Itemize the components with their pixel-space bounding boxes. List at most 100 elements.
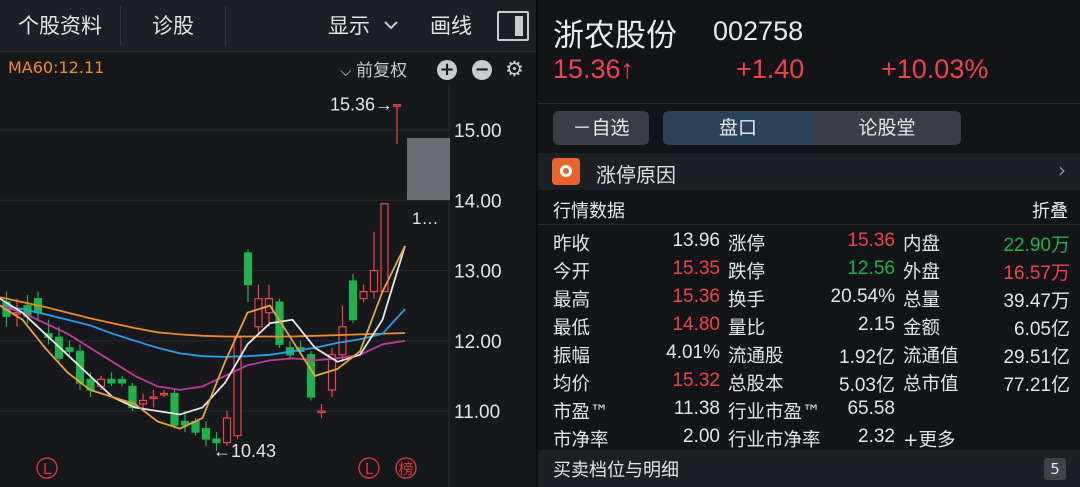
candle-body bbox=[159, 392, 169, 396]
quote-value: 77.21亿 bbox=[1003, 375, 1070, 396]
reason-icon bbox=[552, 158, 580, 185]
quote-value: 29.51亿 bbox=[1003, 347, 1070, 368]
toolbar-divider bbox=[225, 6, 226, 46]
panel-toggle-icon[interactable] bbox=[497, 11, 529, 41]
candle-body bbox=[222, 417, 232, 444]
quote-value: 15.32 bbox=[672, 370, 720, 391]
chevron-down-icon: ⌵ bbox=[340, 62, 357, 80]
adjust-label: 前复权 bbox=[356, 61, 408, 81]
candle-body bbox=[201, 427, 211, 440]
high-price-label: 15.36→ bbox=[330, 95, 393, 115]
tab-diagnosis[interactable]: 诊股 bbox=[121, 0, 225, 52]
quote-label: 换手 bbox=[728, 290, 766, 311]
price-change-percent: +10.03% bbox=[881, 54, 989, 84]
header-divider bbox=[538, 103, 1080, 104]
quote-value: 2.15 bbox=[858, 314, 895, 335]
chevron-right-icon: › bbox=[1058, 158, 1066, 182]
candle-body bbox=[117, 378, 127, 384]
svg-text:L: L bbox=[365, 460, 374, 478]
y-tick-label: 13.00 bbox=[454, 262, 502, 283]
quote-label: 流通股 bbox=[728, 346, 784, 367]
gear-icon[interactable]: ⚙ bbox=[505, 57, 524, 81]
ranking-marker[interactable]: 榜 bbox=[395, 457, 417, 479]
tab-stock-profile[interactable]: 个股资料 bbox=[0, 0, 120, 52]
indicator-bar: MA60:12.11 ⌵ 前复权 + − ⚙ bbox=[0, 52, 536, 85]
quote-label: 市净率 bbox=[553, 430, 609, 451]
tooltip-partial-label: 1… bbox=[412, 209, 438, 228]
low-price-label: ←10.43 bbox=[213, 441, 276, 461]
quote-value: 12.56 bbox=[847, 258, 895, 279]
y-tick-label: 12.00 bbox=[454, 332, 502, 353]
event-marker[interactable]: L bbox=[36, 457, 58, 479]
quote-label: 内盘 bbox=[903, 234, 941, 255]
quote-value: 39.47万 bbox=[1003, 291, 1070, 312]
quote-label: 昨收 bbox=[553, 234, 591, 255]
plus-icon[interactable]: + bbox=[437, 60, 457, 80]
minus-icon[interactable]: − bbox=[472, 60, 492, 80]
candle-body bbox=[65, 347, 74, 352]
more-button[interactable]: +更多 bbox=[903, 426, 956, 452]
quote-value: 15.36 bbox=[847, 230, 895, 251]
last-price: 15.36↑ bbox=[553, 54, 635, 84]
price-adjust-dropdown[interactable]: ⌵ 前复权 bbox=[340, 56, 407, 81]
quote-label: 量比 bbox=[728, 318, 766, 339]
quote-label: 市盈™ bbox=[553, 402, 609, 423]
y-tick-label: 14.00 bbox=[454, 191, 502, 212]
draw-line-button[interactable]: 画线 bbox=[420, 0, 482, 52]
limit-up-reason-row[interactable]: 涨停原因 › bbox=[538, 153, 1080, 190]
quote-value: 4.01% bbox=[666, 342, 720, 363]
tab-order-book[interactable]: 盘口 bbox=[663, 111, 813, 145]
quote-label: 行业市净率 bbox=[728, 430, 821, 451]
quote-label: 总市值 bbox=[903, 374, 959, 395]
quote-value: 11.38 bbox=[673, 398, 720, 419]
order-book-title: 买卖档位与明细 bbox=[553, 460, 679, 481]
quote-label: 总股本 bbox=[728, 374, 784, 395]
stock-code: 002758 bbox=[713, 16, 804, 46]
y-tick-label: 11.00 bbox=[454, 402, 500, 423]
candle-body bbox=[243, 252, 253, 286]
candle-body bbox=[338, 326, 347, 356]
candlestick-chart[interactable]: 15.00 14.00 13.00 12.00 11.00 1… 15.36→ ←10.43 L… bbox=[0, 85, 536, 487]
candle-body bbox=[348, 280, 358, 321]
order-book-row[interactable]: 买卖档位与明细 5 bbox=[538, 450, 1080, 487]
candle-body bbox=[380, 203, 389, 293]
candle-body bbox=[233, 336, 242, 437]
candle-body bbox=[359, 290, 368, 300]
chevron-down-icon[interactable] bbox=[384, 18, 398, 32]
quote-label: 均价 bbox=[553, 374, 591, 395]
quote-label: 最低 bbox=[553, 318, 591, 339]
quote-label: 外盘 bbox=[903, 262, 941, 283]
quote-value: 65.58 bbox=[847, 398, 895, 419]
candle-body bbox=[392, 104, 402, 107]
quote-label: 振幅 bbox=[553, 346, 591, 367]
quote-value: 2.00 bbox=[683, 426, 720, 447]
quote-value: 20.54% bbox=[830, 286, 895, 307]
y-tick-label: 15.00 bbox=[454, 121, 502, 142]
collapse-button[interactable]: 折叠 bbox=[1032, 197, 1068, 223]
display-button[interactable]: 显示 bbox=[318, 0, 380, 52]
quote-panel: 浙农股份 002758 15.36↑ +1.40 +10.03% －自选 盘口 … bbox=[538, 0, 1080, 487]
candle-body bbox=[317, 410, 326, 414]
quote-value: 2.32 bbox=[858, 426, 895, 447]
quote-value: 15.35 bbox=[672, 258, 720, 279]
quote-label: 涨停 bbox=[728, 234, 766, 255]
level-badge: 5 bbox=[1044, 458, 1066, 480]
quote-value: 6.05亿 bbox=[1014, 319, 1070, 340]
quote-label: 流通值 bbox=[903, 346, 959, 367]
tab-forum[interactable]: 论股堂 bbox=[813, 111, 961, 145]
quote-value: 1.92亿 bbox=[839, 347, 895, 368]
chart-toolbar: 个股资料 诊股 显示 画线 bbox=[0, 0, 536, 52]
ma-indicator-label[interactable]: MA60:12.11 bbox=[8, 58, 104, 77]
quote-label: 跌停 bbox=[728, 262, 766, 283]
stock-name: 浙农股份 bbox=[553, 18, 677, 54]
candle-body bbox=[138, 399, 148, 405]
candle-body bbox=[369, 269, 379, 293]
remove-watchlist-button[interactable]: －自选 bbox=[553, 111, 649, 145]
candle-body bbox=[149, 396, 158, 400]
price-tooltip-box bbox=[407, 138, 450, 200]
event-marker[interactable]: L bbox=[358, 457, 380, 479]
quote-value: 14.80 bbox=[672, 314, 720, 335]
candle-body bbox=[254, 298, 263, 328]
quote-label: 行业市盈™ bbox=[728, 402, 821, 423]
candle-body bbox=[170, 392, 179, 426]
